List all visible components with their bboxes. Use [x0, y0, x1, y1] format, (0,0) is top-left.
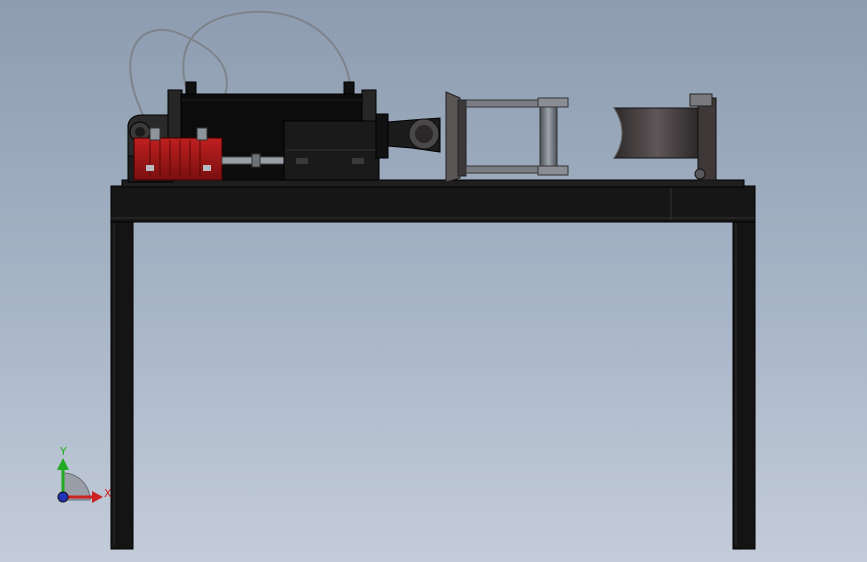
push-frame[interactable]: [445, 91, 569, 183]
clevis-joint[interactable]: [387, 117, 441, 153]
x-axis-arrow: [92, 491, 103, 503]
front-housing[interactable]: [283, 113, 389, 181]
y-axis-arrow: [57, 458, 69, 470]
cad-viewport[interactable]: Y X: [0, 0, 867, 562]
table-frame[interactable]: [110, 179, 756, 550]
x-axis-label: X: [104, 487, 112, 500]
guide-roller[interactable]: [539, 106, 558, 167]
z-axis-dot: [57, 491, 69, 503]
y-axis-label: Y: [59, 445, 67, 458]
bending-die[interactable]: [613, 93, 717, 181]
table-top-beam[interactable]: [110, 185, 756, 223]
base-plate[interactable]: [121, 179, 745, 188]
view-triad[interactable]: Y X: [57, 445, 112, 503]
